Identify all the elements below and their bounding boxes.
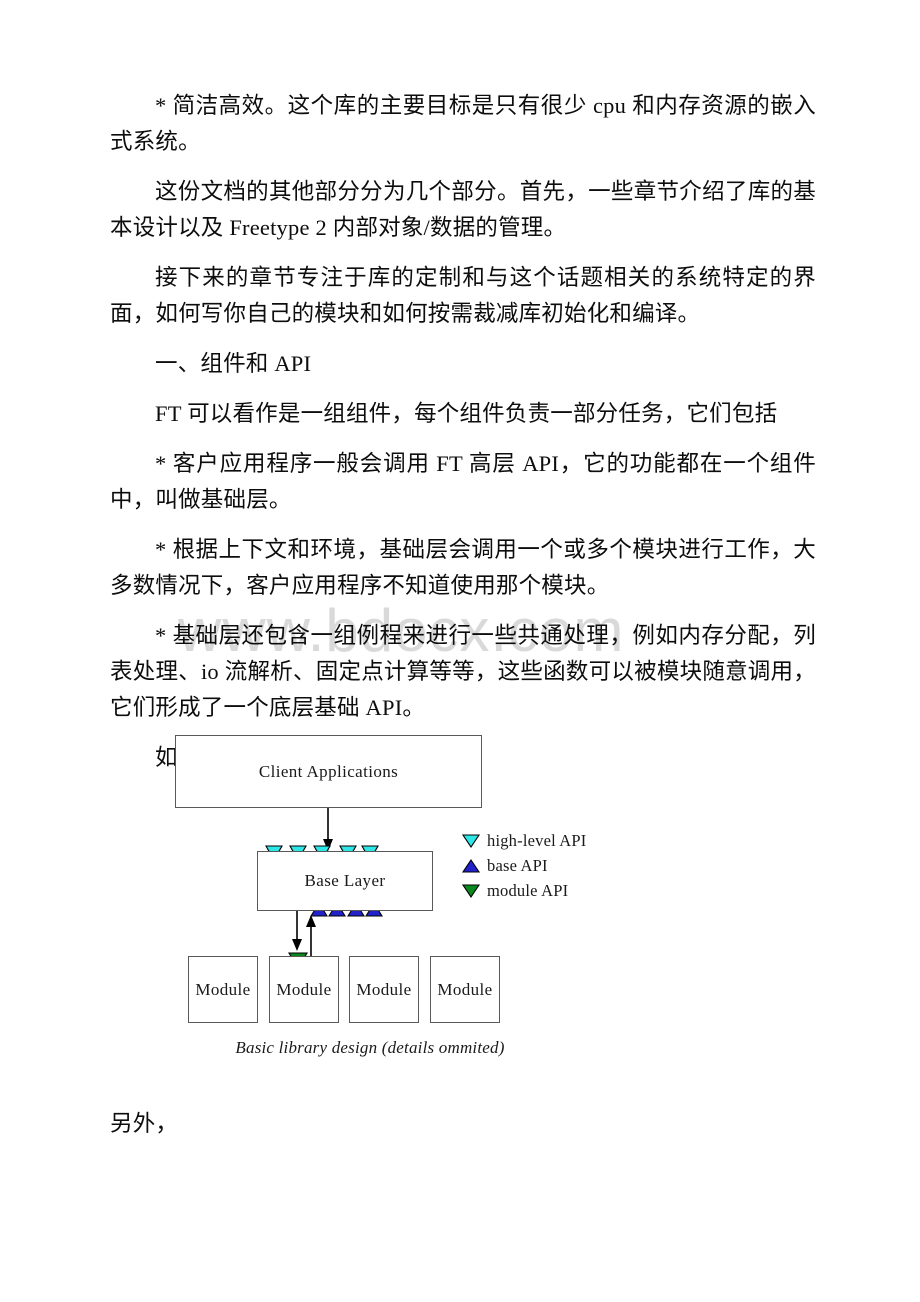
document-page: www.bdocx.com * 简洁高效。这个库的主要目标是只有很少 cpu 和… xyxy=(0,0,920,1302)
triangle-down-icon xyxy=(461,834,483,848)
module-label: Module xyxy=(437,979,493,999)
triangle-up-icon xyxy=(461,859,483,873)
base-layer-label: Base Layer xyxy=(304,871,386,890)
module-box: Module xyxy=(430,956,500,1023)
module-label: Module xyxy=(356,979,412,999)
legend-label: module API xyxy=(487,881,569,900)
client-applications-label: Client Applications xyxy=(258,761,399,781)
library-design-diagram: Client Applications Base Layer Module Mo… xyxy=(0,0,920,1302)
arrowhead-base-to-module xyxy=(292,939,302,951)
arrowhead-module-to-base xyxy=(306,915,316,927)
triangle-down-icon xyxy=(461,884,483,898)
module-label: Module xyxy=(276,979,332,999)
base-layer-box: Base Layer xyxy=(257,851,433,911)
figure-caption: Basic library design (details ommited) xyxy=(235,1038,505,1057)
diagram-connectors xyxy=(265,808,383,970)
legend-label: high-level API xyxy=(487,831,587,850)
diagram-legend: high-level API base API module API xyxy=(461,829,587,904)
legend-item-base-api: base API xyxy=(461,854,587,878)
module-box: Module xyxy=(269,956,339,1023)
module-label: Module xyxy=(195,979,251,999)
legend-label: base API xyxy=(487,856,548,875)
client-applications-box: Client Applications xyxy=(175,735,482,808)
module-box: Module xyxy=(188,956,258,1023)
legend-item-high-level-api: high-level API xyxy=(461,829,587,853)
legend-item-module-api: module API xyxy=(461,879,587,903)
module-box: Module xyxy=(349,956,419,1023)
